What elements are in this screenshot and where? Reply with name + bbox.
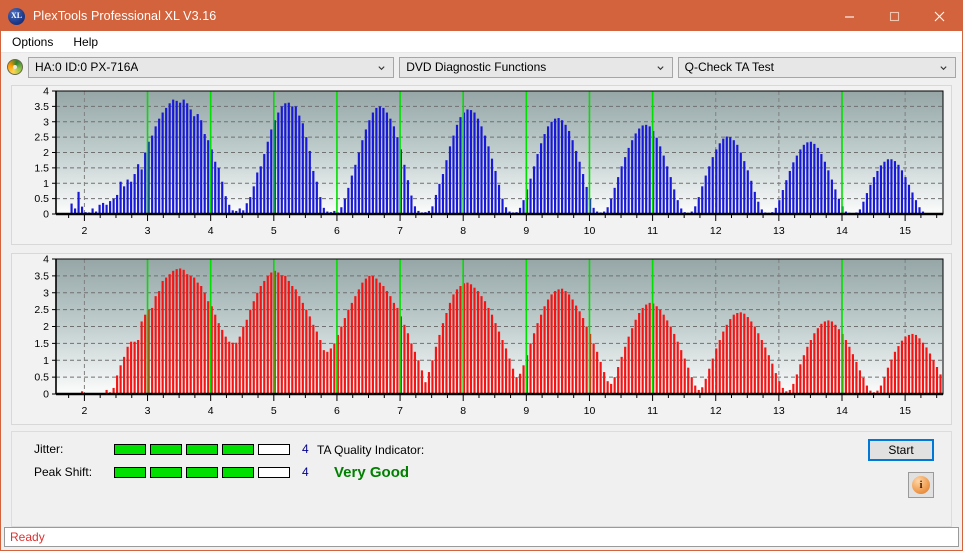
quality-value: Very Good bbox=[334, 464, 410, 481]
toolbar: HA:0 ID:0 PX-716A DVD Diagnostic Functio… bbox=[1, 53, 962, 81]
jitter-chart: 0 0.5 1 1.5 2 2.5 3 3.5 4 2 3 4 5 6 7 8 9 10 11 12 13 14 15 bbox=[34, 86, 944, 237]
svg-text:11: 11 bbox=[647, 405, 658, 417]
svg-text:13: 13 bbox=[773, 405, 785, 417]
svg-text:5: 5 bbox=[271, 225, 277, 237]
peak-shift-label: Peak Shift: bbox=[34, 465, 93, 479]
svg-text:2: 2 bbox=[43, 321, 49, 333]
svg-text:15: 15 bbox=[899, 405, 911, 417]
start-button[interactable]: Start bbox=[868, 439, 934, 461]
info-button[interactable]: i bbox=[908, 472, 934, 498]
app-logo-icon: XL bbox=[8, 7, 25, 25]
svg-text:9: 9 bbox=[523, 405, 529, 417]
svg-text:4: 4 bbox=[208, 405, 214, 417]
svg-text:10: 10 bbox=[584, 225, 596, 237]
svg-text:0.5: 0.5 bbox=[34, 193, 49, 205]
jitter-chart-panel: 0 0.5 1 1.5 2 2.5 3 3.5 4 2 3 4 5 6 7 8 9 10 11 12 13 14 15 bbox=[11, 85, 952, 245]
jitter-label: Jitter: bbox=[34, 442, 64, 456]
svg-text:12: 12 bbox=[710, 225, 722, 237]
svg-text:2.5: 2.5 bbox=[34, 132, 49, 144]
svg-text:10: 10 bbox=[584, 405, 596, 417]
svg-text:12: 12 bbox=[710, 405, 722, 417]
svg-text:4: 4 bbox=[43, 86, 49, 98]
svg-text:11: 11 bbox=[647, 225, 658, 237]
svg-text:6: 6 bbox=[334, 225, 340, 237]
meter-segment bbox=[222, 466, 254, 478]
peak-shift-row: Peak Shift: 4 bbox=[34, 465, 309, 479]
test-select[interactable]: Q-Check TA Test bbox=[677, 56, 956, 78]
svg-text:4: 4 bbox=[43, 254, 49, 266]
window-title: PlexTools Professional XL V3.16 bbox=[33, 9, 217, 23]
app-window: XL PlexTools Professional XL V3.16 Optio… bbox=[0, 0, 963, 551]
close-icon[interactable] bbox=[917, 1, 962, 31]
minimize-icon[interactable] bbox=[827, 1, 872, 31]
jitter-row: Jitter: 4 bbox=[34, 442, 309, 456]
svg-text:3.5: 3.5 bbox=[34, 270, 49, 282]
svg-text:7: 7 bbox=[397, 225, 403, 237]
chevron-down-icon bbox=[378, 65, 385, 70]
jitter-meter bbox=[114, 443, 290, 455]
test-select-value: Q-Check TA Test bbox=[684, 60, 774, 74]
svg-text:2: 2 bbox=[81, 405, 87, 417]
meter-segment bbox=[258, 443, 290, 455]
info-icon: i bbox=[912, 476, 930, 494]
svg-text:5: 5 bbox=[271, 405, 277, 417]
title-bar: XL PlexTools Professional XL V3.16 bbox=[1, 1, 962, 31]
svg-text:1.5: 1.5 bbox=[34, 162, 49, 174]
svg-text:13: 13 bbox=[773, 225, 785, 237]
svg-text:14: 14 bbox=[836, 405, 848, 417]
meter-segment bbox=[114, 466, 146, 478]
peak-shift-value: 4 bbox=[302, 465, 309, 479]
jitter-value: 4 bbox=[302, 442, 309, 456]
svg-text:8: 8 bbox=[460, 405, 466, 417]
chevron-down-icon bbox=[657, 65, 664, 70]
status-bar: Ready bbox=[4, 527, 959, 547]
svg-text:6: 6 bbox=[334, 405, 340, 417]
svg-text:1: 1 bbox=[43, 355, 49, 367]
status-text: Ready bbox=[10, 530, 45, 544]
drive-select-value: HA:0 ID:0 PX-716A bbox=[35, 60, 139, 74]
peak-shift-meter bbox=[114, 466, 290, 478]
peak-shift-chart-panel: 0 0.5 1 1.5 2 2.5 3 3.5 4 2 3 4 5 6 7 8 9 10 11 12 13 14 15 bbox=[11, 253, 952, 425]
drive-select[interactable]: HA:0 ID:0 PX-716A bbox=[28, 56, 395, 78]
function-select-value: DVD Diagnostic Functions bbox=[406, 60, 547, 74]
svg-text:0: 0 bbox=[43, 389, 49, 401]
svg-text:7: 7 bbox=[397, 405, 403, 417]
svg-text:3: 3 bbox=[145, 405, 151, 417]
svg-text:8: 8 bbox=[460, 225, 466, 237]
menu-bar: Options Help bbox=[1, 31, 962, 53]
svg-text:2: 2 bbox=[43, 147, 49, 159]
charts-area: 0 0.5 1 1.5 2 2.5 3 3.5 4 2 3 4 5 6 7 8 9 10 11 12 13 14 15 00… bbox=[1, 81, 962, 425]
svg-text:9: 9 bbox=[523, 225, 529, 237]
function-select[interactable]: DVD Diagnostic Functions bbox=[399, 56, 673, 78]
svg-text:0: 0 bbox=[43, 209, 49, 221]
meter-segment bbox=[114, 443, 146, 455]
svg-text:4: 4 bbox=[208, 225, 214, 237]
svg-text:1.5: 1.5 bbox=[34, 338, 49, 350]
peak-shift-chart: 0 0.5 1 1.5 2 2.5 3 3.5 4 2 3 4 5 6 7 8 9 10 11 12 13 14 15 bbox=[34, 254, 944, 417]
meter-segment bbox=[222, 443, 254, 455]
meter-segment bbox=[186, 466, 218, 478]
menu-item-help[interactable]: Help bbox=[64, 33, 107, 51]
meter-segment bbox=[150, 466, 182, 478]
svg-text:3: 3 bbox=[43, 287, 49, 299]
menu-item-options[interactable]: Options bbox=[3, 33, 62, 51]
svg-text:2: 2 bbox=[81, 225, 87, 237]
window-controls bbox=[827, 1, 962, 31]
disc-icon bbox=[7, 59, 23, 75]
meter-segment bbox=[258, 466, 290, 478]
svg-text:2.5: 2.5 bbox=[34, 304, 49, 316]
quality-label: TA Quality Indicator: bbox=[317, 443, 425, 457]
svg-text:3: 3 bbox=[145, 225, 151, 237]
maximize-icon[interactable] bbox=[872, 1, 917, 31]
svg-text:3.5: 3.5 bbox=[34, 101, 49, 113]
chevron-down-icon bbox=[940, 65, 947, 70]
svg-text:1: 1 bbox=[43, 178, 49, 190]
svg-text:15: 15 bbox=[899, 225, 911, 237]
svg-text:14: 14 bbox=[836, 225, 848, 237]
svg-text:3: 3 bbox=[43, 116, 49, 128]
results-panel: Jitter: 4 Peak Shift: 4 TA Quality Indic… bbox=[11, 431, 952, 527]
meter-segment bbox=[186, 443, 218, 455]
svg-text:0.5: 0.5 bbox=[34, 372, 49, 384]
meter-segment bbox=[150, 443, 182, 455]
